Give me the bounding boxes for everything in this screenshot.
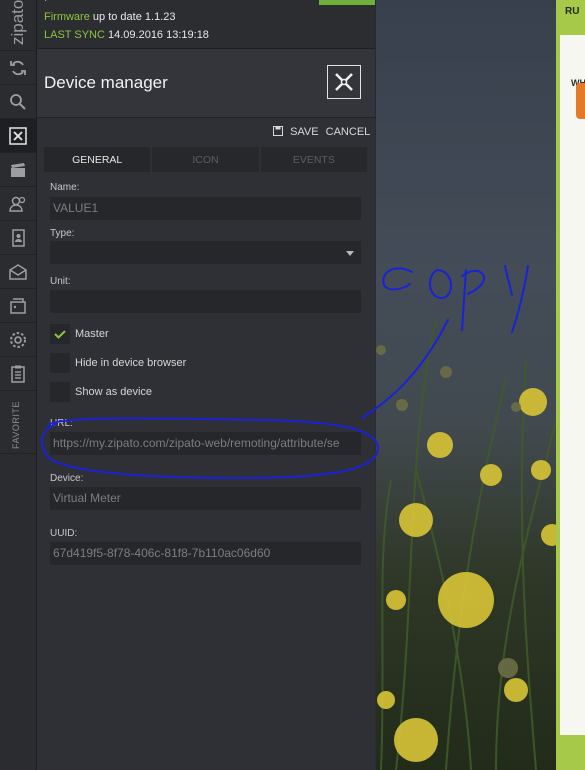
annotation-overlay bbox=[40, 265, 529, 479]
annotation-arrow bbox=[361, 319, 449, 419]
annotation-circle bbox=[40, 417, 379, 479]
annotation-letter-c bbox=[382, 267, 413, 291]
annotation-letter-p bbox=[461, 269, 486, 331]
annotation-letter-o bbox=[429, 269, 452, 299]
annotation-letter-y bbox=[504, 265, 529, 333]
